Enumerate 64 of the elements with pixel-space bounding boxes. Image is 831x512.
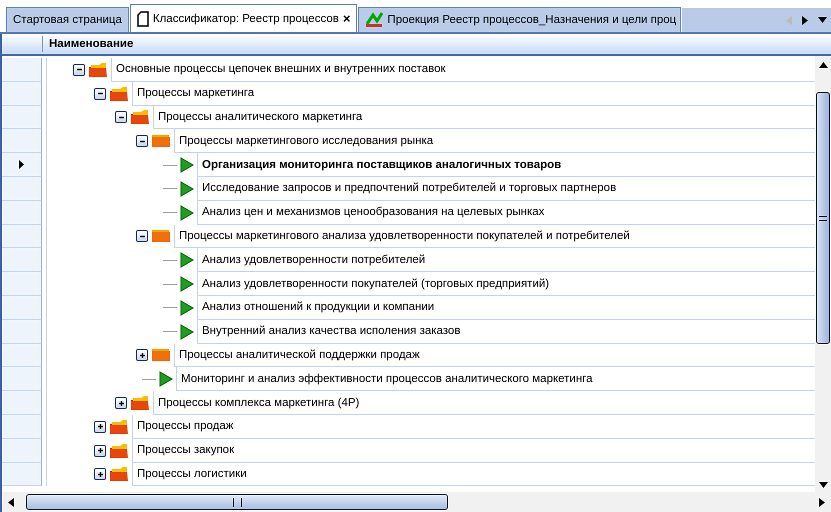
tree-item[interactable]: Основные процессы цепочек внешних и внутренних поставок [111,58,815,82]
tab[interactable]: Классификатор: Реестр процессов × [130,4,358,32]
scroll-down-icon[interactable] [818,482,828,488]
folder-icon [151,228,171,244]
scrollbar-thumb[interactable] [816,92,830,344]
play-icon [180,300,194,316]
folder-icon [109,86,129,102]
close-icon[interactable]: × [342,11,350,26]
tree-item[interactable]: Процессы комплекса маркетинга (4P) [153,391,815,415]
row-header[interactable] [2,153,42,177]
play-icon [180,180,194,197]
tree-item[interactable]: Процессы маркетинга [132,82,815,106]
folder-icon [130,109,150,126]
tree-item[interactable]: Процессы аналитического маркетинга [153,106,815,130]
expand-icon[interactable] [94,468,106,480]
folder-icon [109,442,129,459]
tree-item[interactable]: Процессы закупок [132,438,815,463]
tree-item[interactable]: Исследование запросов и предпочтений потребителей и торговых партнеров [197,176,815,201]
tree-item[interactable]: Процессы маркетингового анализа удовлетворенности покупателей и потребителей [174,224,815,248]
vertical-scrollbar[interactable] [815,56,831,492]
play-icon [180,204,194,221]
tree-item[interactable]: Анализ удовлетворенности потребителей [197,248,815,272]
play-icon [180,252,194,268]
folder-icon [151,347,171,364]
tree-item[interactable]: Процессы продаж [132,414,815,439]
scroll-right-icon[interactable] [819,498,825,506]
expand-icon[interactable] [94,444,106,457]
tree-item[interactable]: Процессы логистики [132,462,815,486]
column-header[interactable]: Наименование [43,38,134,50]
tab[interactable]: Стартовая страница [6,7,129,32]
tree-item[interactable]: Анализ удовлетворенности покупателей (торговых предприятий) [197,272,815,296]
scroll-left-icon[interactable] [8,498,14,506]
tree-item[interactable]: Мониторинг и анализ эффективности процессов аналитического маркетинга [176,367,815,392]
dropdown-icon[interactable] [818,17,827,23]
folder-icon [109,418,129,435]
expand-icon[interactable] [136,349,148,362]
tree-item[interactable]: Организация мониторинга поставщиков аналогичных товаров [197,153,815,177]
scroll-right-icon[interactable] [802,16,808,24]
collapse-icon[interactable] [73,64,85,76]
folder-icon [151,133,171,150]
tree-item[interactable]: Внутренний анализ качества исполения заказов [197,320,815,344]
collapse-icon[interactable] [136,135,148,148]
collapse-icon[interactable] [115,111,127,124]
tab[interactable]: Проекция Реестр процессов_Назначения и цели проц [358,7,682,32]
expand-icon[interactable] [94,420,106,433]
tree-item[interactable]: Процессы аналитической поддержки продаж [174,344,815,368]
play-icon [180,324,194,340]
scroll-up-icon[interactable] [818,62,828,68]
folder-icon [109,466,129,482]
play-icon [159,371,173,388]
collapse-icon[interactable] [94,88,106,100]
tree-item[interactable]: Анализ цен и механизмов ценообразования на целевых рынках [197,200,815,225]
folder-icon [88,62,108,78]
play-icon [180,157,194,174]
diagram-icon [365,12,384,28]
play-icon [180,276,194,292]
expand-icon[interactable] [115,397,127,410]
tree-item[interactable]: Анализ отношений к продукции и компании [197,296,815,320]
folder-icon [130,395,150,412]
document-icon [136,10,149,26]
scrollbar-thumb[interactable] [26,494,448,510]
tree-item[interactable]: Процессы маркетингового исследования рынка [174,129,815,154]
horizontal-scrollbar[interactable] [2,492,831,512]
collapse-icon[interactable] [136,230,148,242]
